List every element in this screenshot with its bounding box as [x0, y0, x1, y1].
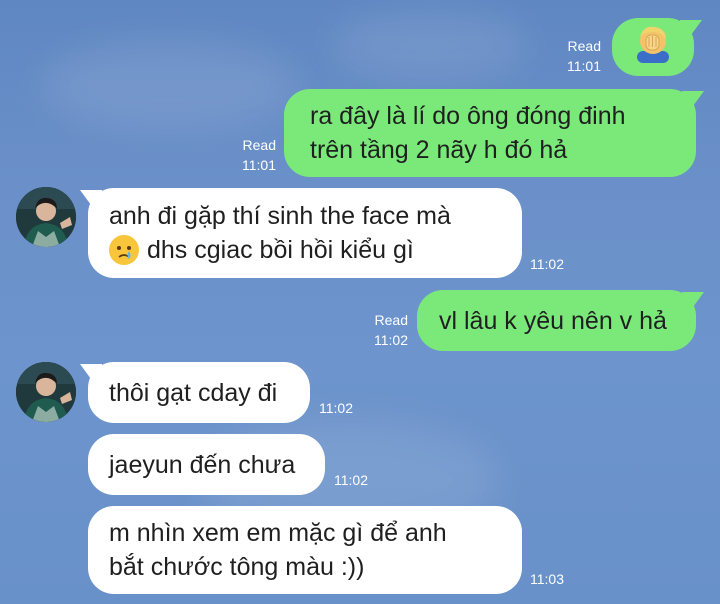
message-meta: Read 11:02 — [374, 310, 408, 350]
message-text-line: thôi gạt cday đi — [109, 378, 278, 407]
message-text-line: m nhìn xem em mặc gì để anh — [109, 519, 447, 547]
message-text-line: anh đi gặp thí sinh the face mà — [109, 202, 451, 230]
message-text-line: dhs cgiac bồi hồi kiểu gì — [147, 236, 414, 264]
message-meta: Read 11:01 — [242, 135, 276, 175]
message-meta: 11:02 — [319, 398, 353, 418]
message-text-line: jaeyun đến chưa — [109, 450, 296, 479]
message-time: 11:03 — [530, 571, 564, 587]
message-bubble-incoming[interactable]: anh đi gặp thí sinh the face mà dhs cgia… — [88, 188, 522, 278]
background-cloud — [330, 10, 530, 80]
message-text-line: trên tầng 2 nãy h đó hả — [310, 136, 568, 164]
message-time: 11:02 — [530, 256, 564, 272]
message-time: 11:02 — [319, 400, 353, 416]
message-bubble-incoming[interactable]: m nhìn xem em mặc gì để anh bắt chước tô… — [88, 506, 522, 594]
crying-face-icon — [109, 235, 139, 265]
message-time: 11:02 — [334, 472, 368, 488]
message-text-line: vl lâu k yêu nên v hả — [439, 306, 667, 335]
message-bubble-outgoing[interactable]: vl lâu k yêu nên v hả — [417, 290, 696, 351]
message-bubble-incoming[interactable]: jaeyun đến chưa — [88, 434, 325, 495]
background-cloud — [40, 40, 300, 130]
message-bubble-incoming[interactable]: thôi gạt cday đi — [88, 362, 310, 423]
message-time: 11:01 — [242, 157, 276, 173]
message-time: 11:02 — [374, 332, 408, 348]
message-bubble-outgoing[interactable]: ra đây là lí do ông đóng đinh trên tầng … — [284, 89, 696, 177]
message-meta: Read 11:01 — [567, 36, 601, 76]
sticker-bubble[interactable] — [612, 18, 694, 76]
message-meta: 11:02 — [334, 470, 368, 490]
message-meta: 11:02 — [530, 254, 564, 274]
read-receipt: Read — [374, 312, 408, 328]
contact-avatar[interactable] — [16, 187, 76, 247]
message-text-line: ra đây là lí do ông đóng đinh — [310, 102, 626, 130]
contact-avatar[interactable] — [16, 362, 76, 422]
message-time: 11:01 — [567, 58, 601, 74]
message-meta: 11:03 — [530, 569, 564, 589]
read-receipt: Read — [242, 137, 276, 153]
read-receipt: Read — [567, 38, 601, 54]
message-text-line: bắt chước tông màu :)) — [109, 553, 365, 581]
facepalm-emoji-icon — [633, 23, 673, 72]
